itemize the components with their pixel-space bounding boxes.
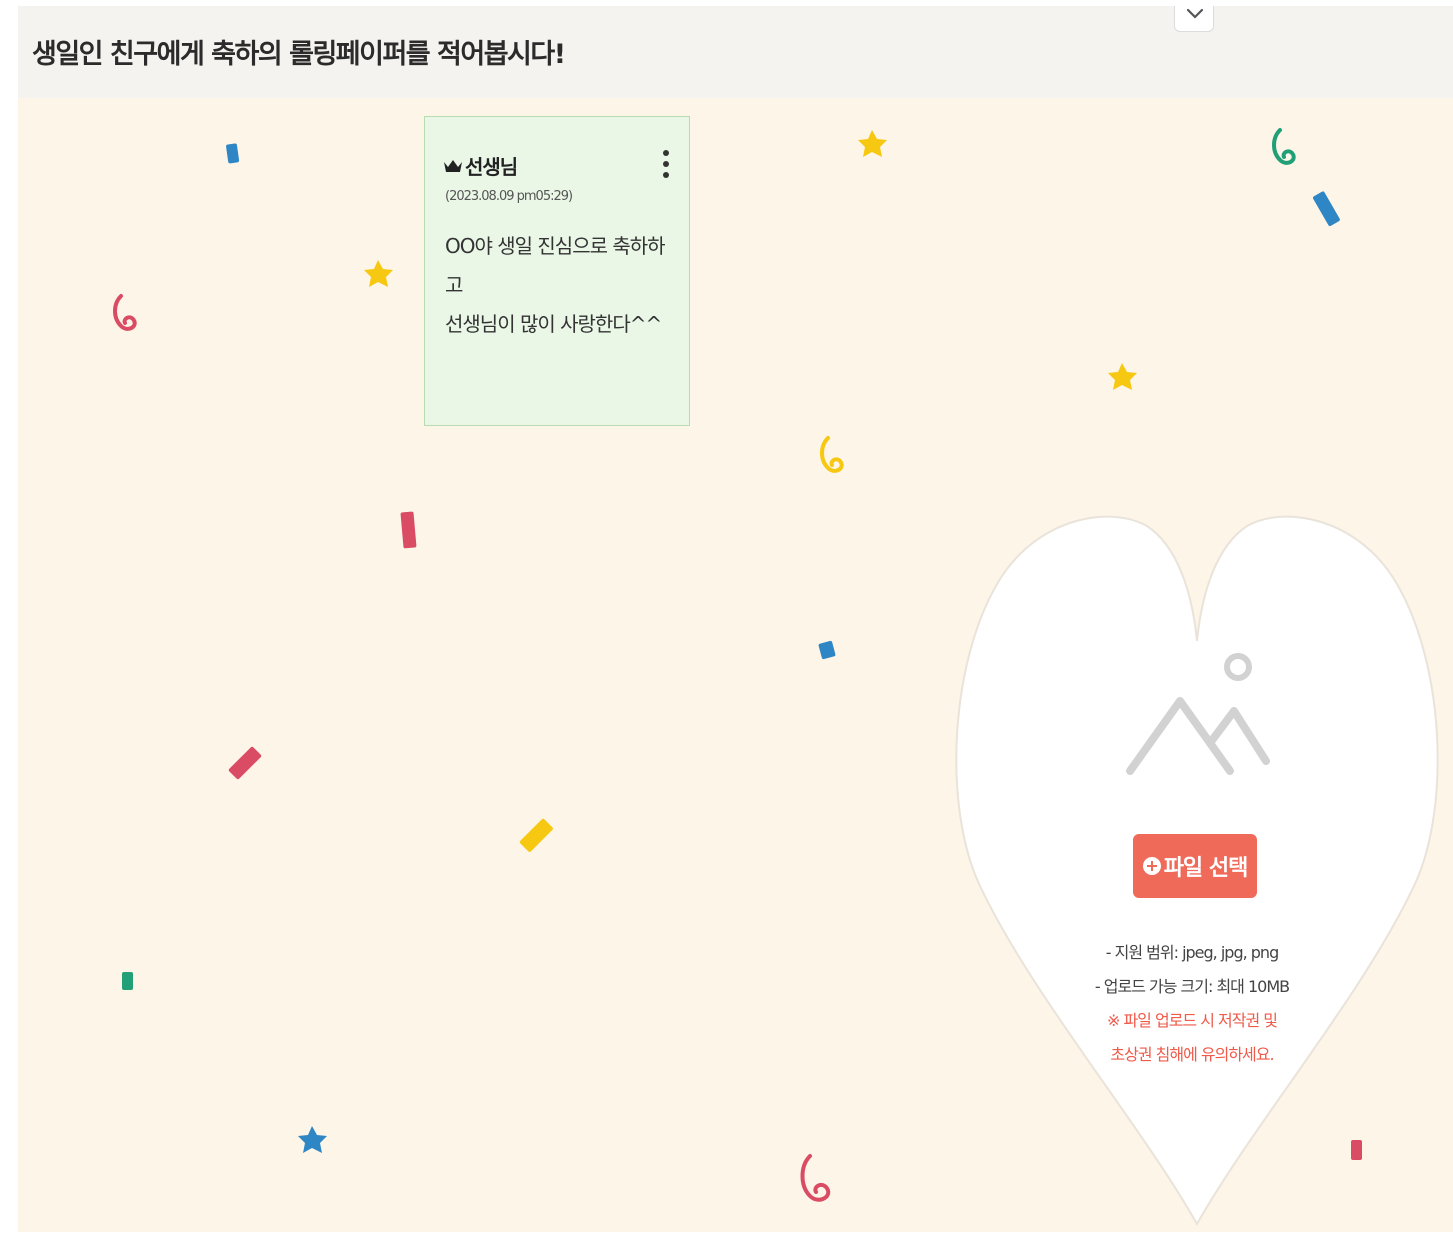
page-title: 생일인 친구에게 축하의 롤링페이퍼를 적어봅시다! (32, 39, 566, 70)
file-select-label: 파일 선택 (1163, 856, 1249, 881)
confetti-piece (400, 511, 417, 549)
plus-circle-icon (1142, 857, 1161, 875)
upload-max-size: - 업로드 가능 크기: 최대 10MB (1094, 977, 1290, 996)
confetti-piece (1108, 363, 1137, 390)
file-select-button[interactable]: 파일 선택 (1133, 834, 1257, 898)
confetti-piece (228, 746, 262, 780)
confetti-piece (800, 1154, 831, 1202)
confetti-piece (364, 260, 393, 287)
note-message-line: OO야 생일 진심으로 축하하고 (445, 234, 666, 297)
upload-warning-line: 초상권 침해에 유의하세요. (1110, 1045, 1274, 1064)
crown-icon (444, 159, 462, 172)
note-date: (2023.08.09 pm05:29) (445, 189, 573, 204)
confetti-piece (226, 143, 240, 164)
photo-upload-heart: 파일 선택 - 지원 범위: jpeg, jpg, png - 업로드 가능 크… (942, 506, 1453, 1232)
confetti-piece (1272, 128, 1296, 165)
kebab-menu-icon (663, 150, 669, 178)
confetti-piece (122, 972, 133, 990)
rolling-paper-board: 생일인 친구에게 축하의 롤링페이퍼를 적어봅시다! 선생님 (2023.08.… (18, 6, 1453, 1232)
page-header: 생일인 친구에게 축하의 롤링페이퍼를 적어봅시다! (18, 6, 1453, 98)
note-author: 선생님 (443, 151, 518, 180)
upload-guidelines: - 지원 범위: jpeg, jpg, png - 업로드 가능 크기: 최대 … (1042, 936, 1342, 1072)
note-author-name: 선생님 (465, 155, 518, 179)
confetti-piece (113, 294, 137, 331)
upload-warning-line: ※ 파일 업로드 시 저작권 및 (1106, 1011, 1278, 1030)
collapse-button[interactable] (1174, 6, 1214, 32)
confetti-piece (858, 130, 887, 157)
confetti-piece (820, 436, 844, 473)
chevron-down-icon (1186, 8, 1204, 19)
confetti-piece (519, 818, 553, 852)
note-menu-button[interactable] (655, 147, 677, 183)
confetti-piece (1313, 191, 1340, 226)
confetti-piece (298, 1126, 327, 1153)
note-message: OO야 생일 진심으로 축하하고 선생님이 많이 사랑한다^^ (445, 227, 681, 344)
upload-supported-formats: - 지원 범위: jpeg, jpg, png (1105, 943, 1279, 962)
confetti-piece (818, 640, 836, 660)
image-placeholder-icon (1126, 653, 1270, 775)
rolling-paper-note[interactable]: 선생님 (2023.08.09 pm05:29) OO야 생일 진심으로 축하하… (424, 116, 690, 426)
note-message-line: 선생님이 많이 사랑한다^^ (445, 312, 662, 336)
